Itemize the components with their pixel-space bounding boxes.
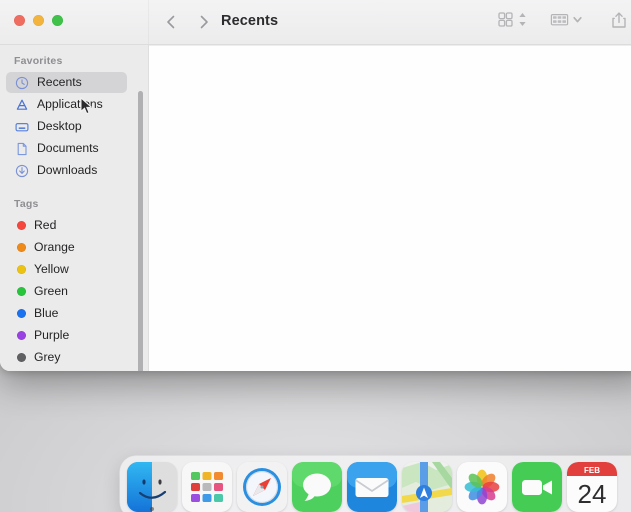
dock-item-safari[interactable] [237, 462, 287, 512]
page-title: Recents [221, 13, 279, 29]
sidebar-item-documents[interactable]: Documents [6, 138, 127, 159]
chevron-left-icon[interactable] [162, 12, 180, 32]
sidebar-item-label: Orange [34, 240, 75, 255]
calendar-month-label: FEB [584, 466, 600, 475]
tag-dot-icon [17, 265, 26, 274]
sidebar-item-label: Blue [34, 306, 59, 321]
zoom-window-button[interactable] [52, 15, 63, 26]
sidebar-item-tag-grey[interactable]: Grey [6, 347, 127, 368]
group-view-icon [550, 11, 569, 33]
sidebar: Favorites Recents Applications Desktop D… [0, 45, 149, 371]
share-icon [610, 10, 628, 35]
group-by-button[interactable] [550, 9, 583, 35]
dock-item-maps[interactable] [402, 462, 452, 512]
view-as-icons-button[interactable] [497, 9, 528, 35]
sidebar-item-label: Red [34, 218, 57, 233]
sidebar-item-tag-red[interactable]: Red [6, 215, 127, 236]
sidebar-item-tag-orange[interactable]: Orange [6, 237, 127, 258]
toolbar-divider [148, 0, 149, 44]
applications-icon [14, 97, 29, 112]
grid-view-icon [497, 11, 514, 33]
chevron-down-icon[interactable] [572, 11, 583, 33]
download-icon [14, 163, 29, 178]
sidebar-item-label: Green [34, 284, 68, 299]
window-body: Favorites Recents Applications Desktop D… [0, 45, 631, 371]
sidebar-item-tag-blue[interactable]: Blue [6, 303, 127, 324]
dock: FEB 24 [120, 456, 631, 512]
sidebar-item-desktop[interactable]: Desktop [6, 116, 127, 137]
dock-item-mail[interactable] [347, 462, 397, 512]
close-window-button[interactable] [14, 15, 25, 26]
finder-window: Recents Favorites Recents Applications D… [0, 0, 631, 371]
tag-dot-icon [17, 287, 26, 296]
running-indicator [150, 507, 154, 511]
tag-dot-icon [17, 331, 26, 340]
sidebar-item-label: Applications [37, 97, 103, 112]
sidebar-section-header-tags: Tags [14, 198, 39, 210]
sidebar-item-tag-green[interactable]: Green [6, 281, 127, 302]
toolbar-right-group [497, 0, 631, 44]
view-stepper-icon[interactable] [517, 11, 528, 33]
dock-item-launchpad[interactable] [182, 462, 232, 512]
navigation-buttons [162, 12, 213, 32]
window-toolbar: Recents [0, 0, 631, 45]
minimize-window-button[interactable] [33, 15, 44, 26]
sidebar-item-downloads[interactable]: Downloads [6, 160, 127, 181]
dock-item-finder[interactable] [127, 462, 177, 512]
sidebar-scrollbar[interactable] [138, 91, 143, 371]
sidebar-item-applications[interactable]: Applications [6, 94, 127, 115]
dock-item-calendar[interactable]: FEB 24 [567, 462, 617, 512]
screen: Recents Favorites Recents Applications D… [0, 0, 631, 512]
content-top-divider [149, 45, 631, 46]
sidebar-item-label: Downloads [37, 163, 98, 178]
sidebar-item-label: Purple [34, 328, 70, 343]
file-list-pane[interactable] [149, 45, 631, 371]
tag-dot-icon [17, 243, 26, 252]
sidebar-item-recents[interactable]: Recents [6, 72, 127, 93]
sidebar-item-label: Documents [37, 141, 99, 156]
sidebar-item-tag-purple[interactable]: Purple [6, 325, 127, 346]
dock-item-photos[interactable] [457, 462, 507, 512]
share-button[interactable] [610, 9, 628, 35]
chevron-right-icon[interactable] [195, 12, 213, 32]
tag-dot-icon [17, 353, 26, 362]
desktop-icon [14, 119, 29, 134]
clock-icon [14, 75, 29, 90]
document-icon [14, 141, 29, 156]
sidebar-section-header-favorites: Favorites [14, 55, 63, 67]
calendar-day-label: 24 [578, 479, 607, 509]
sidebar-item-tag-yellow[interactable]: Yellow [6, 259, 127, 280]
sidebar-item-label: Grey [34, 350, 61, 365]
traffic-lights [14, 15, 63, 26]
dock-item-messages[interactable] [292, 462, 342, 512]
sidebar-item-label: Desktop [37, 119, 82, 134]
dock-item-facetime[interactable] [512, 462, 562, 512]
sidebar-item-label: Recents [37, 75, 82, 90]
tag-dot-icon [17, 309, 26, 318]
sidebar-item-label: Yellow [34, 262, 69, 277]
tag-dot-icon [17, 221, 26, 230]
